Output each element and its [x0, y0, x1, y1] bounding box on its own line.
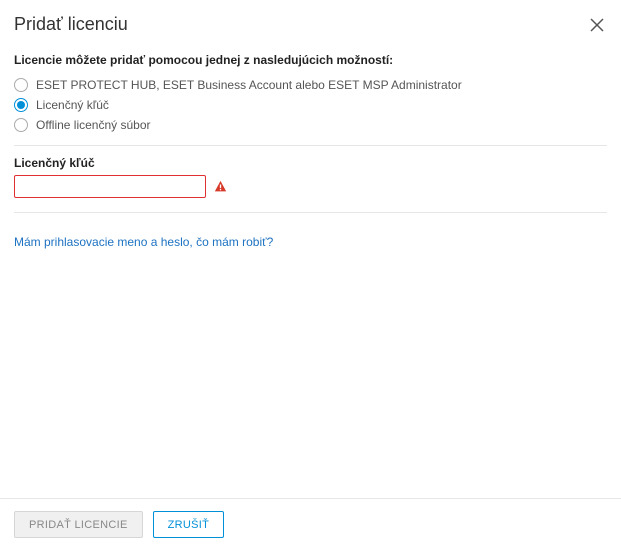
radio-label: ESET PROTECT HUB, ESET Business Account …	[36, 78, 462, 92]
close-button[interactable]	[587, 15, 607, 35]
radio-option-offline-file[interactable]: Offline licenčný súbor	[14, 115, 607, 135]
dialog-header: Pridať licenciu	[0, 0, 621, 45]
add-licenses-button[interactable]: PRIDAŤ LICENCIE	[14, 511, 143, 538]
license-key-label: Licenčný kľúč	[14, 156, 607, 170]
radio-label: Licenčný kľúč	[36, 98, 109, 112]
divider	[14, 212, 607, 213]
dialog-footer: PRIDAŤ LICENCIE ZRUŠIŤ	[0, 498, 621, 550]
license-key-input[interactable]	[14, 175, 206, 198]
help-link[interactable]: Mám prihlasovacie meno a heslo, čo mám r…	[14, 235, 607, 249]
add-license-dialog: Pridať licenciu Licencie môžete pridať p…	[0, 0, 621, 550]
radio-option-license-key[interactable]: Licenčný kľúč	[14, 95, 607, 115]
license-method-radio-group: ESET PROTECT HUB, ESET Business Account …	[14, 75, 607, 135]
radio-option-hub-account[interactable]: ESET PROTECT HUB, ESET Business Account …	[14, 75, 607, 95]
options-heading: Licencie môžete pridať pomocou jednej z …	[14, 53, 607, 67]
cancel-button[interactable]: ZRUŠIŤ	[153, 511, 225, 538]
divider	[14, 145, 607, 146]
radio-icon	[14, 78, 28, 92]
license-key-input-row	[14, 175, 607, 198]
radio-icon	[14, 118, 28, 132]
warning-icon	[214, 180, 227, 193]
close-icon	[590, 18, 604, 32]
radio-icon	[14, 98, 28, 112]
radio-label: Offline licenčný súbor	[36, 118, 151, 132]
dialog-title: Pridať licenciu	[14, 14, 128, 35]
dialog-content: Licencie môžete pridať pomocou jednej z …	[0, 45, 621, 498]
